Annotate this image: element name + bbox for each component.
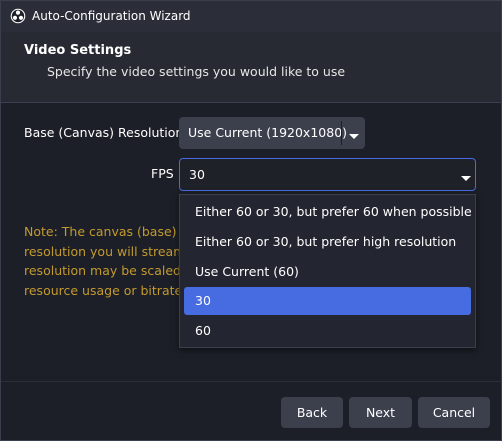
- fps-dropdown-list: Either 60 or 30, but prefer 60 when poss…: [179, 194, 476, 348]
- footer-divider: [1, 381, 501, 382]
- chevron-down-icon[interactable]: [460, 171, 472, 181]
- wizard-window: Auto-Configuration Wizard Video Settings…: [0, 0, 502, 441]
- cancel-button[interactable]: Cancel: [418, 397, 490, 428]
- chevron-down-icon[interactable]: [348, 129, 360, 139]
- resolution-value: Use Current (1920x1080): [188, 125, 348, 140]
- note-line: Note: The canvas (base) re: [24, 224, 179, 239]
- page-subtitle: Specify the video settings you would lik…: [47, 64, 346, 79]
- page-title: Video Settings: [24, 43, 132, 58]
- title-bar[interactable]: Auto-Configuration Wizard: [1, 1, 501, 32]
- note-line: resolution you will stream: [24, 243, 179, 259]
- window-title: Auto-Configuration Wizard: [32, 9, 191, 23]
- page-header: Video Settings Specify the video setting…: [1, 32, 501, 103]
- fps-label: FPS: [151, 166, 174, 181]
- dropdown-option-prefer-high-res[interactable]: Either 60 or 30, but prefer high resolut…: [184, 228, 471, 256]
- next-button[interactable]: Next: [349, 397, 412, 428]
- dropdown-option-30[interactable]: 30: [184, 287, 471, 315]
- resolution-label: Base (Canvas) Resolution: [24, 125, 184, 140]
- fps-combobox[interactable]: 30: [179, 158, 476, 191]
- note-line: resource usage or bitrate r: [24, 282, 179, 298]
- obs-logo-icon: [10, 8, 26, 24]
- back-button[interactable]: Back: [281, 397, 343, 428]
- dropdown-option-use-current[interactable]: Use Current (60): [184, 258, 471, 286]
- dropdown-option-prefer-60[interactable]: Either 60 or 30, but prefer 60 when poss…: [184, 198, 472, 226]
- combo-separator: [341, 121, 342, 145]
- resolution-combobox[interactable]: Use Current (1920x1080): [179, 117, 365, 149]
- note-line: resolution may be scaled d: [24, 263, 179, 278]
- fps-value: 30: [189, 167, 205, 182]
- dropdown-option-60[interactable]: 60: [184, 317, 471, 345]
- note-text: Note: The canvas (base) re resolution yo…: [24, 222, 179, 300]
